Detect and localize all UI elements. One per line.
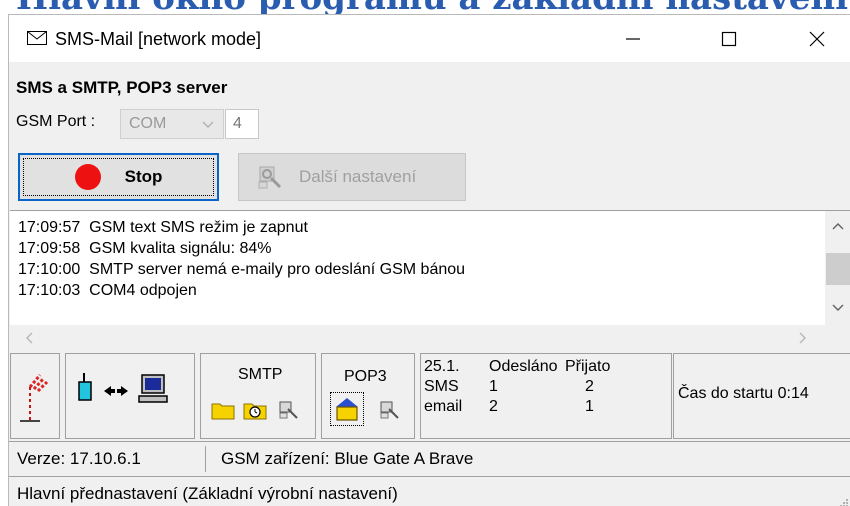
gsm-port-label: GSM Port : xyxy=(16,113,96,130)
chevron-down-icon xyxy=(202,121,214,128)
phone-icon xyxy=(78,373,92,401)
more-settings-button[interactable]: Další nastavení xyxy=(238,153,466,201)
resize-grip-icon[interactable] xyxy=(837,496,849,506)
stats-row-sent: 1 xyxy=(489,378,498,395)
status-panels: SMTP POP3 25.1. Odesláno Přijato SMS 1 2… xyxy=(9,353,850,439)
stop-button[interactable]: Stop xyxy=(18,153,219,201)
smtp-label: SMTP xyxy=(238,366,283,383)
pop3-panel[interactable]: POP3 xyxy=(321,353,415,439)
log-list[interactable]: 17:09:57 GSM text SMS režim je zapnut 17… xyxy=(10,210,850,350)
status-bar: Verze: 17.10.6.1 GSM zařízení: Blue Gate… xyxy=(9,441,850,475)
vertical-scrollbar[interactable] xyxy=(825,211,850,325)
log-line: 17:10:03 COM4 odpojen xyxy=(18,282,197,299)
envelope-icon xyxy=(27,31,47,45)
status-divider xyxy=(205,446,206,472)
home-folder-icon xyxy=(336,398,358,421)
more-settings-label: Další nastavení xyxy=(299,167,417,186)
stats-row-label: SMS xyxy=(424,378,459,395)
close-button[interactable] xyxy=(785,15,849,62)
stats-sent-header: Odesláno xyxy=(489,358,558,375)
scroll-right-button[interactable] xyxy=(790,325,816,350)
preset-text: Hlavní přednastavení (Základní výrobní n… xyxy=(17,484,398,503)
settings-tools-icon xyxy=(279,401,298,419)
minimize-button[interactable] xyxy=(601,15,665,62)
computer-icon xyxy=(138,374,168,403)
chevron-down-icon xyxy=(832,304,844,311)
signal-panel[interactable] xyxy=(10,353,60,439)
window-title: SMS-Mail [network mode] xyxy=(55,29,262,49)
stats-row-sent: 2 xyxy=(489,398,498,415)
scroll-up-button[interactable] xyxy=(825,213,850,239)
gsm-device-text: GSM zařízení: Blue Gate A Brave xyxy=(221,449,474,468)
settings-tools-icon xyxy=(258,166,282,189)
pop3-active-frame xyxy=(330,392,364,426)
app-window: SMS-Mail [network mode] SMS a SMTP, POP3… xyxy=(8,14,850,506)
connection-panel[interactable] xyxy=(65,353,195,439)
version-text: Verze: 17.10.6.1 xyxy=(17,449,141,468)
gsm-port-select-value: COM xyxy=(129,115,167,132)
log-lines: 17:09:57 GSM text SMS režim je zapnut 17… xyxy=(18,217,465,301)
log-line: 17:10:00 SMTP server nemá e-maily pro od… xyxy=(18,261,466,278)
folder-icon xyxy=(211,403,235,420)
stats-row-received: 2 xyxy=(585,378,594,395)
stats-row-received: 1 xyxy=(585,398,594,415)
title-bar[interactable]: SMS-Mail [network mode] xyxy=(9,15,850,62)
chevron-up-icon xyxy=(832,223,844,230)
stats-row-label: email xyxy=(424,398,463,415)
settings-tools-icon xyxy=(380,401,399,419)
antenna-icon xyxy=(20,374,49,422)
minimize-icon xyxy=(626,37,640,40)
scheduled-folder-icon xyxy=(243,403,267,420)
gsm-port-select[interactable]: COM xyxy=(120,109,224,139)
stats-received-header: Přijato xyxy=(565,358,611,375)
chevron-right-icon xyxy=(799,332,806,343)
close-icon xyxy=(809,31,825,46)
maximize-button[interactable] xyxy=(697,15,761,62)
log-line: 17:09:58 GSM kvalita signálu: 84% xyxy=(18,240,272,257)
stats-panel: 25.1. Odesláno Přijato SMS 1 2 email 2 1 xyxy=(420,353,672,439)
scroll-down-button[interactable] xyxy=(825,295,850,321)
scroll-thumb[interactable] xyxy=(826,253,850,285)
log-line: 17:09:57 GSM text SMS režim je zapnut xyxy=(18,219,308,236)
countdown-panel: Čas do startu 0:14 xyxy=(673,353,850,439)
countdown-text: Čas do startu 0:14 xyxy=(678,385,809,402)
focus-ring xyxy=(23,158,214,196)
gsm-port-number-field[interactable]: 4 xyxy=(225,109,259,139)
exchange-arrows-icon xyxy=(104,386,128,396)
scroll-left-button[interactable] xyxy=(16,325,42,350)
section-title: SMS a SMTP, POP3 server xyxy=(16,78,228,97)
preset-status-bar: Hlavní přednastavení (Základní výrobní n… xyxy=(9,476,850,506)
maximize-icon xyxy=(721,31,737,46)
stats-date: 25.1. xyxy=(424,358,460,375)
horizontal-scrollbar[interactable] xyxy=(10,325,850,350)
chevron-left-icon xyxy=(26,332,33,343)
smtp-panel[interactable]: SMTP xyxy=(200,353,316,439)
pop3-label: POP3 xyxy=(344,368,387,385)
